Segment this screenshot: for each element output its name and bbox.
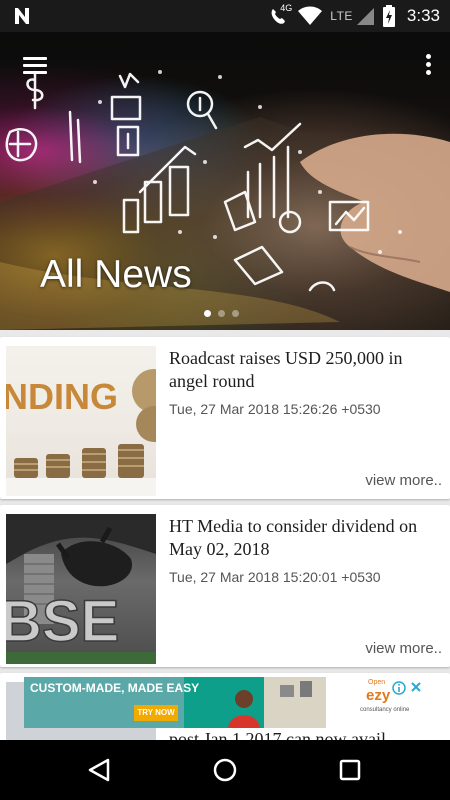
status-bar: 4G LTE 3:33 xyxy=(0,0,450,32)
recents-square-icon[interactable] xyxy=(330,754,370,786)
notification-n-icon xyxy=(15,8,29,24)
ad-banner[interactable]: CUSTOM-MADE, MADE EASY TRY NOW Open ezy … xyxy=(24,677,426,728)
status-icons: 4G LTE 3:33 xyxy=(268,0,440,32)
hamburger-menu-icon[interactable] xyxy=(20,54,50,78)
thumbnail-text: BSE xyxy=(6,589,119,654)
article-date: Tue, 27 Mar 2018 15:20:01 +0530 xyxy=(169,569,381,585)
screen: 4G LTE 3:33 All News NDING Roadcast rais… xyxy=(0,0,450,800)
page-title: All News xyxy=(40,253,192,296)
back-triangle-icon[interactable] xyxy=(80,754,120,786)
signal-group: LTE xyxy=(330,6,375,26)
news-card[interactable]: NDING Roadcast raises USD 250,000 in ang… xyxy=(0,337,450,499)
thumbnail-text: NDING xyxy=(6,376,118,417)
carousel-dot[interactable] xyxy=(218,310,225,317)
carousel-indicator xyxy=(204,310,239,317)
view-more-link[interactable]: view more.. xyxy=(365,640,442,657)
article-title[interactable]: Roadcast raises USD 250,000 in angel rou… xyxy=(169,347,441,393)
header-banner: All News xyxy=(0,32,450,330)
battery-charging-icon xyxy=(382,5,395,27)
ad-brand-sub: consultancy online xyxy=(360,707,410,713)
view-more-link[interactable]: view more.. xyxy=(365,472,442,489)
network-lte-label: LTE xyxy=(330,9,353,23)
clock: 3:33 xyxy=(406,6,440,25)
carousel-dot[interactable] xyxy=(232,310,239,317)
more-vertical-icon[interactable] xyxy=(420,52,436,78)
wifi-icon xyxy=(298,6,323,25)
signal-icon xyxy=(356,8,374,25)
article-date: Tue, 27 Mar 2018 15:26:26 +0530 xyxy=(169,401,381,417)
article-thumbnail: BSE xyxy=(6,514,156,664)
navigation-bar xyxy=(0,740,450,800)
ad-headline: CUSTOM-MADE, MADE EASY xyxy=(30,681,200,695)
ad-brand-top: Open xyxy=(368,679,386,686)
ad-cta-button[interactable]: TRY NOW xyxy=(134,705,178,721)
article-title[interactable]: HT Media to consider dividend on May 02,… xyxy=(169,515,441,561)
ad-close-icon[interactable] xyxy=(410,681,422,693)
ad-info-icon[interactable] xyxy=(392,681,406,695)
home-circle-icon[interactable] xyxy=(205,754,245,786)
phone-wifi-icon: 4G xyxy=(268,3,293,27)
network-4g-label: 4G xyxy=(280,3,293,13)
news-card[interactable]: BSE HT Media to consider dividend on May… xyxy=(0,505,450,667)
ad-brand-logo: ezy xyxy=(366,687,391,704)
carousel-dot[interactable] xyxy=(204,310,211,317)
article-thumbnail: NDING xyxy=(6,346,156,496)
